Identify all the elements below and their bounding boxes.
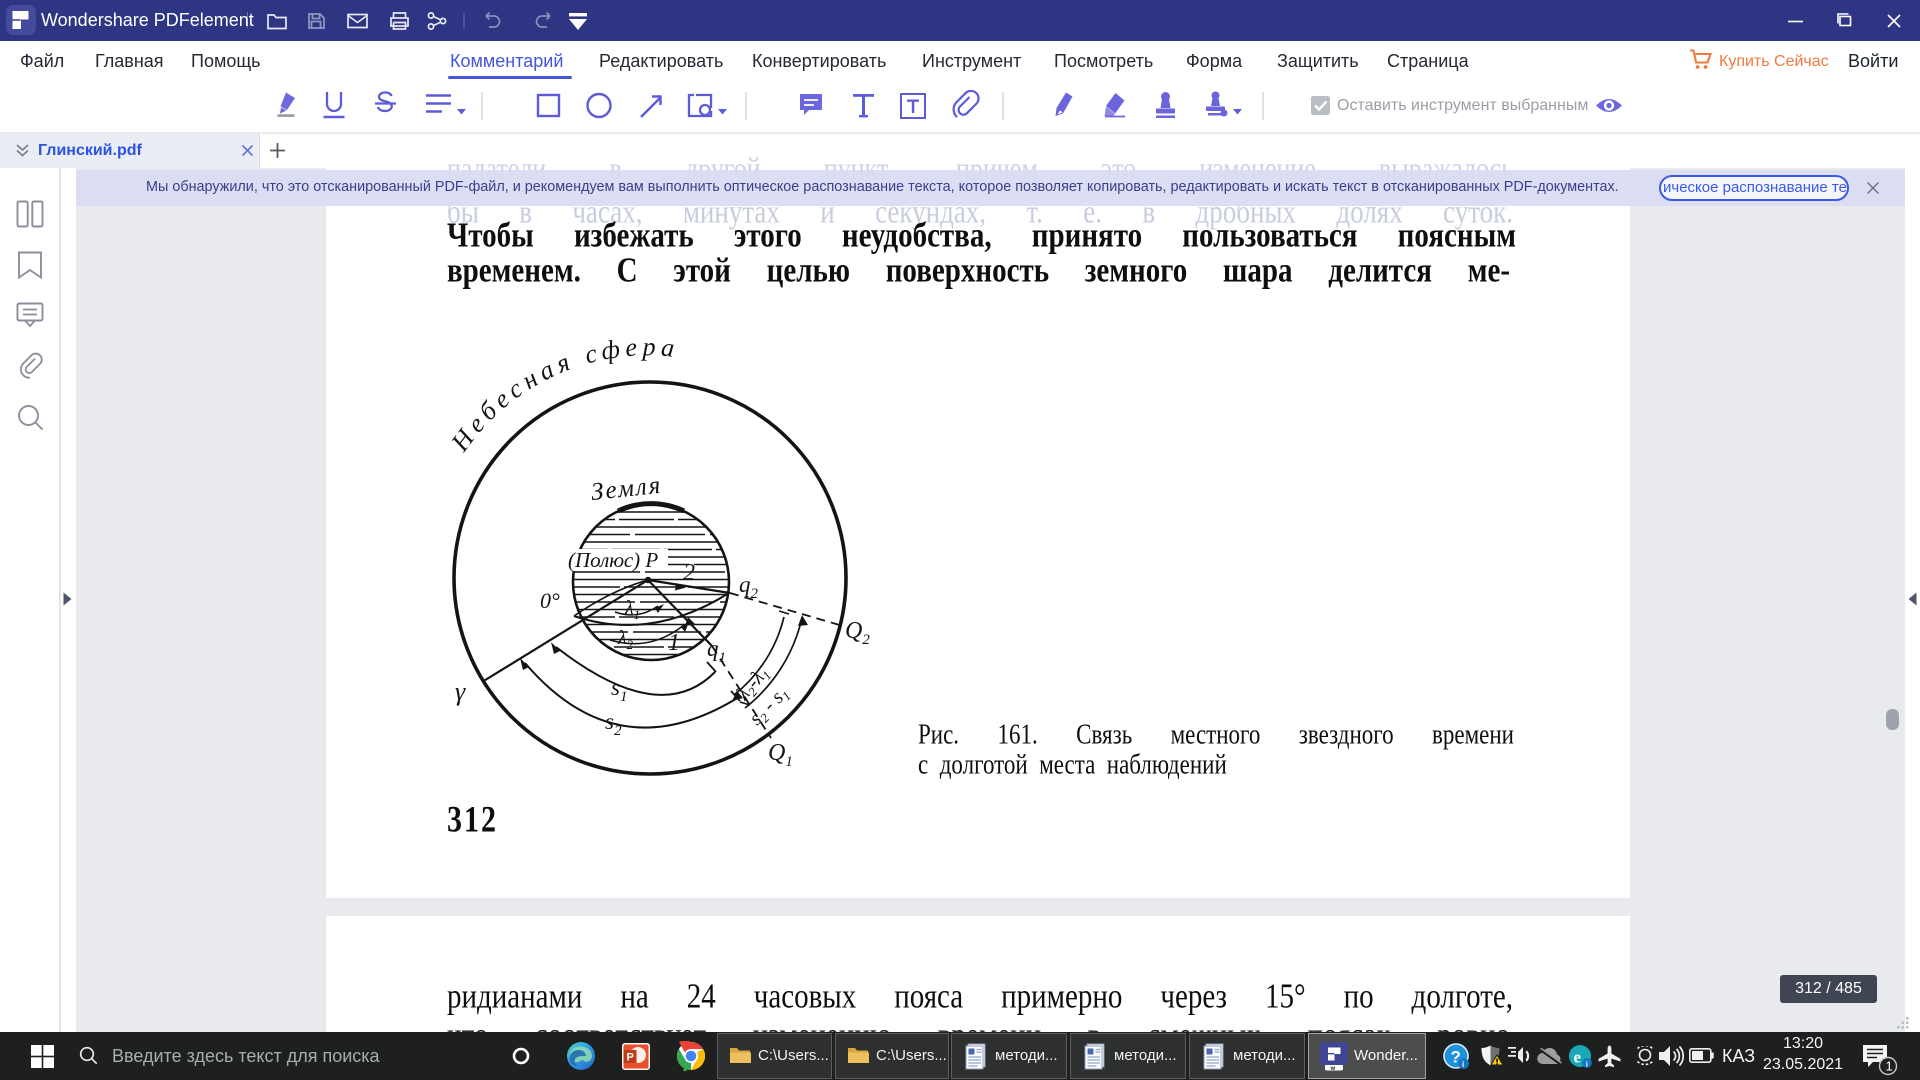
svg-text:s1: s1: [611, 675, 627, 705]
svg-text:γ: γ: [455, 677, 466, 706]
svg-text:s2: s2: [605, 709, 622, 739]
svg-text:Q1: Q1: [768, 740, 793, 770]
svg-text:Небесная сфера: Небесная сфера: [445, 335, 681, 457]
svg-text:(Полюс) Р: (Полюс) Р: [568, 548, 658, 572]
svg-text:λ1: λ1: [624, 597, 640, 622]
svg-text:Q2: Q2: [845, 618, 870, 648]
svg-text:Земля: Земля: [590, 472, 664, 506]
svg-text:λ2: λ2: [617, 627, 634, 652]
svg-text:0°: 0°: [540, 588, 560, 613]
svg-text:1: 1: [668, 630, 680, 656]
svg-text:w: w: [1330, 1066, 1336, 1071]
svg-text:q1: q1: [707, 636, 726, 666]
svg-text:e: e: [1574, 1048, 1582, 1067]
svg-text:q2: q2: [739, 572, 759, 602]
svg-text:P: P: [627, 1052, 634, 1064]
svg-text:i: i: [1462, 1060, 1464, 1069]
svg-text:2: 2: [683, 560, 695, 586]
svg-text:1: 1: [1886, 1059, 1893, 1074]
svg-text:i: i: [1586, 1059, 1588, 1068]
